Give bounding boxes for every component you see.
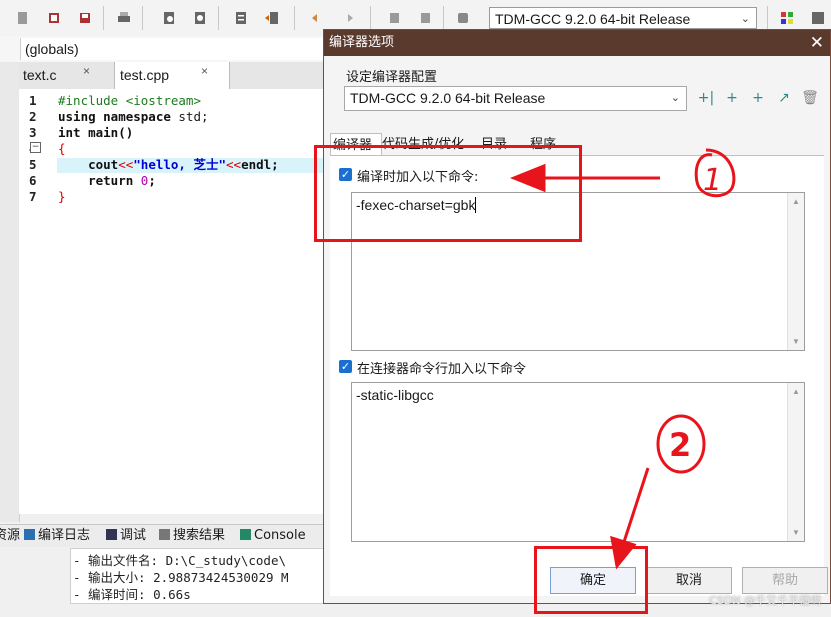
annotation-mark-1: 1 [703, 163, 722, 198]
annotation-overlay: 1 2 [509, 148, 736, 570]
annotation-arrow-1 [509, 163, 660, 193]
annotation-mark-2: 2 [669, 426, 691, 464]
watermark: CSDN @千又千不懂啊 [709, 594, 821, 607]
annotation-arrow-2 [610, 467, 650, 570]
